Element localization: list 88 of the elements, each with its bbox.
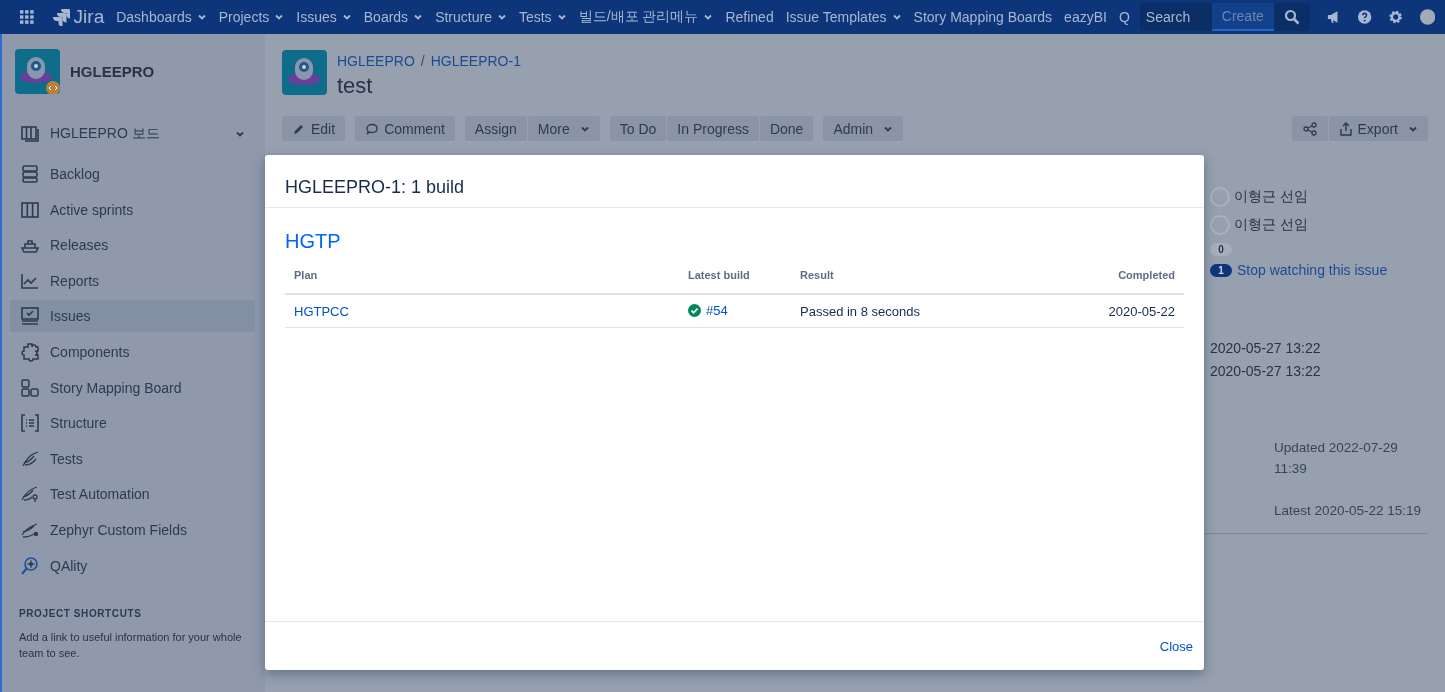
bracket-list-icon: [20, 413, 40, 434]
user-avatar-icon: [1210, 215, 1230, 235]
project-name[interactable]: HGLEEPRO: [70, 62, 155, 80]
latest-date: Latest 2020-05-22 15:19: [1274, 502, 1423, 520]
sidebar-item[interactable]: Zephyr Custom Fields: [10, 513, 255, 546]
stacked-bars-icon: [20, 164, 40, 184]
user-avatar-icon: [1210, 187, 1230, 207]
speech-bubble-icon: [365, 121, 380, 136]
nav-menu-item[interactable]: 빌드/배포 관리메뉴: [572, 0, 720, 34]
chevron-down-icon: [235, 129, 245, 139]
board-selector[interactable]: HGLEEPRO 보드: [10, 118, 255, 150]
user-name[interactable]: 이형근 선임: [1234, 188, 1308, 206]
help-icon[interactable]: [1357, 8, 1373, 26]
puzzle-icon: [20, 341, 40, 362]
logo-text: Jira: [73, 6, 105, 28]
sidebar-item[interactable]: Story Mapping Board: [10, 371, 255, 404]
column-header: Latest build: [679, 265, 791, 294]
export-button[interactable]: Export: [1328, 116, 1428, 141]
toolbar-button[interactable]: Edit: [282, 116, 346, 141]
sidebar-item[interactable]: Structure: [10, 407, 255, 440]
jira-logo-icon: [51, 8, 70, 26]
sidebar-item[interactable]: Reports: [10, 264, 255, 297]
wing-icon: [20, 484, 40, 505]
date-value: 2020-05-27 13:22: [1210, 340, 1322, 358]
watch-link[interactable]: Stop watching this issue: [1237, 262, 1388, 278]
section-heading: PROJECT SHORTCUTS: [19, 607, 143, 619]
toolbar-button[interactable]: Assign: [464, 116, 527, 141]
plan-link[interactable]: HGTPCC: [294, 303, 349, 319]
share-button[interactable]: [1291, 116, 1328, 141]
nav-menu-item[interactable]: Issues: [290, 0, 358, 34]
squares-icon: [20, 377, 40, 398]
breadcrumb-link[interactable]: HGLEEPRO-1: [430, 53, 521, 69]
toolbar-button[interactable]: More: [527, 116, 600, 141]
nav-menu-item[interactable]: Projects: [212, 0, 291, 34]
toolbar-button[interactable]: Comment: [355, 116, 455, 141]
build-link[interactable]: #54: [706, 302, 728, 318]
toolbar-button[interactable]: In Progress: [667, 116, 759, 141]
sidebar-item[interactable]: Tests: [10, 442, 255, 475]
project-avatar-icon[interactable]: [15, 48, 60, 94]
nav-menu-item[interactable]: Refined: [719, 0, 780, 34]
vote-count[interactable]: 0: [1210, 243, 1232, 256]
close-link[interactable]: Close: [1159, 638, 1193, 654]
shortcuts-hint: Add a link to useful information for your whole team to see.: [19, 629, 243, 661]
table-cell: Passed in 8 seconds: [791, 294, 1035, 328]
nav-menu-item[interactable]: Structure: [429, 0, 513, 34]
search-icon[interactable]: [1283, 9, 1300, 25]
nav-menu-item[interactable]: Issue Templates: [779, 0, 908, 34]
nav-menu-item[interactable]: Dashboards: [110, 0, 213, 34]
search-field[interactable]: Search: [1139, 9, 1212, 25]
sidebar-item[interactable]: Components: [10, 335, 255, 368]
table-cell: 2020-05-22: [1034, 294, 1184, 328]
avatar-icon[interactable]: [1419, 8, 1436, 26]
nav-menu-item[interactable]: Story Mapping Boards: [907, 0, 1059, 34]
column-header: Plan: [285, 265, 679, 294]
sidebar-item[interactable]: Backlog: [10, 158, 255, 190]
settings-icon[interactable]: [1388, 8, 1404, 26]
nav-menu-item[interactable]: eazyBI: [1058, 0, 1113, 34]
updated-date: Updated 2022-07-29 11:39: [1274, 439, 1399, 478]
toolbar-button[interactable]: Admin: [823, 116, 904, 141]
nav-menu-item[interactable]: Tests: [512, 0, 573, 34]
project-link[interactable]: HGTP: [285, 230, 1184, 253]
date-value: 2020-05-27 13:22: [1210, 363, 1322, 381]
sidebar-item[interactable]: QAlity: [10, 549, 255, 582]
app-grid-icon[interactable]: [20, 9, 34, 25]
dialog-title: HGLEEPRO-1: 1 build: [265, 155, 1204, 208]
column-header: Completed: [1034, 265, 1184, 294]
create-button[interactable]: Create: [1211, 3, 1274, 31]
share-icon: [1302, 121, 1317, 136]
sidebar-item[interactable]: Releases: [10, 229, 255, 262]
columns-icon: [20, 199, 40, 220]
checked-screen-icon: [20, 306, 40, 327]
toolbar-button[interactable]: To Do: [609, 116, 667, 141]
toolbar-button[interactable]: Done: [759, 116, 814, 141]
user-name[interactable]: 이형근 선임: [1234, 216, 1308, 234]
sidebar-item[interactable]: Test Automation: [10, 478, 255, 511]
watcher-count[interactable]: 1: [1210, 263, 1232, 277]
sidebar-item[interactable]: Active sprints: [10, 193, 255, 226]
sidebar-item[interactable]: Issues: [10, 300, 255, 333]
nav-menu-item[interactable]: Q: [1112, 0, 1136, 34]
issue-title: test: [337, 73, 374, 99]
breadcrumb-link[interactable]: HGLEEPRO: [337, 53, 415, 69]
board-icon: [20, 124, 40, 144]
column-header: Result: [791, 265, 1035, 294]
breadcrumb-separator: /: [420, 53, 425, 69]
magnifier-icon: [20, 555, 40, 576]
project-avatar-icon[interactable]: [282, 50, 327, 95]
nav-menu-item[interactable]: Boards: [357, 0, 430, 34]
upload-icon: [1338, 121, 1353, 136]
